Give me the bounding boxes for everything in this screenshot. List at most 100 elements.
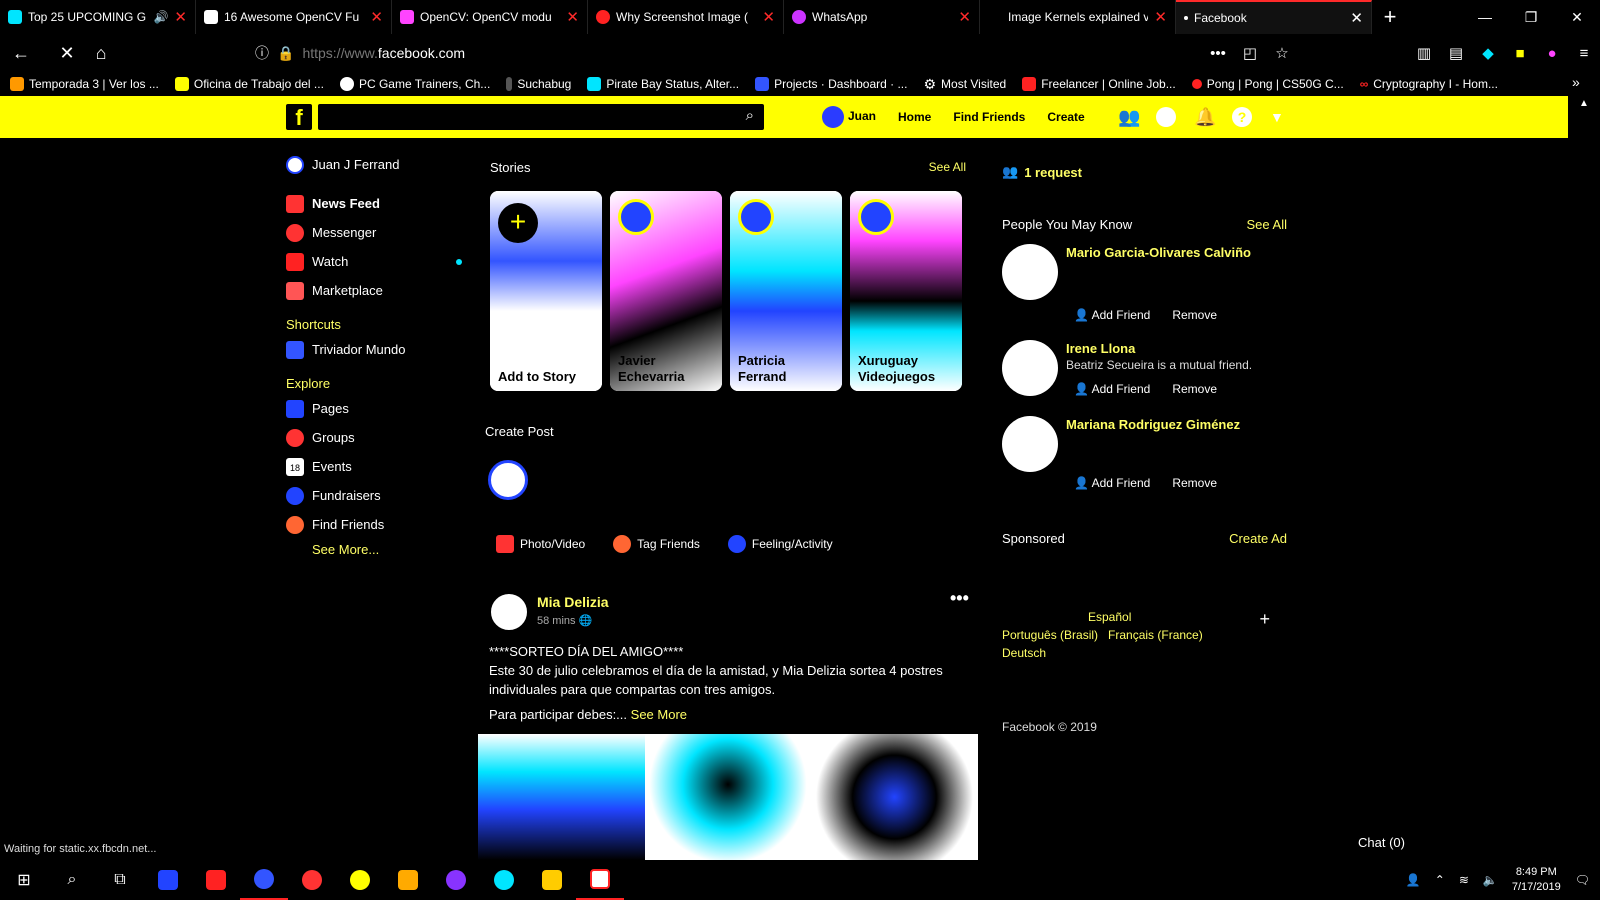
- close-window-icon[interactable]: ✕: [1554, 0, 1600, 34]
- account-icon[interactable]: ●: [1536, 45, 1568, 62]
- bookmark-item[interactable]: PC Game Trainers, Ch...: [339, 77, 490, 91]
- close-tab-icon[interactable]: ✕: [174, 8, 187, 26]
- bookmark-item[interactable]: Pong | Pong | CS50G C...: [1191, 77, 1344, 91]
- browser-tab-active[interactable]: Facebook ✕: [1176, 0, 1372, 34]
- close-tab-icon[interactable]: ✕: [370, 8, 383, 26]
- bookmark-star-icon[interactable]: ☆: [1266, 44, 1298, 62]
- steam-icon[interactable]: [336, 860, 384, 900]
- person-name[interactable]: Mariana Rodriguez Giménez: [1066, 416, 1266, 433]
- task-view-icon[interactable]: ⧉: [96, 860, 144, 900]
- search-icon[interactable]: ⌕: [48, 860, 96, 900]
- browser-tab[interactable]: OpenCV: OpenCV modu ✕: [392, 0, 588, 34]
- chrome-icon[interactable]: [288, 860, 336, 900]
- photo-video-button[interactable]: Photo/Video: [496, 535, 585, 553]
- sidebar-icon[interactable]: ▤: [1440, 44, 1472, 62]
- bookmark-item[interactable]: Temporada 3 | Ver los ...: [10, 77, 159, 91]
- wifi-icon[interactable]: ≋: [1459, 873, 1469, 887]
- sidebar-item-messenger[interactable]: Messenger: [286, 218, 466, 247]
- avatar[interactable]: [1002, 416, 1058, 472]
- scroll-up-icon[interactable]: ▲: [1568, 98, 1600, 109]
- new-tab-button[interactable]: +: [1372, 0, 1408, 34]
- url-bar[interactable]: ⓘ 🔒 https://www.facebook.com: [255, 38, 1175, 68]
- close-tab-icon[interactable]: ✕: [566, 8, 579, 26]
- language-link[interactable]: Español: [1002, 608, 1282, 626]
- sidebar-item-find-friends[interactable]: Find Friends: [286, 510, 466, 539]
- sidebar-item-triviador[interactable]: Triviador Mundo: [286, 335, 466, 364]
- chat-button[interactable]: Chat (0): [1358, 835, 1405, 850]
- firefox-icon[interactable]: [240, 860, 288, 900]
- post-author-name[interactable]: Mia Delizia: [537, 594, 609, 610]
- bookmark-item[interactable]: Oficina de Trabajo del ...: [174, 77, 324, 91]
- search-input[interactable]: ⌕: [318, 104, 764, 130]
- sidebar-item-groups[interactable]: Groups: [286, 423, 466, 452]
- sidebar-item-news-feed[interactable]: News Feed: [286, 189, 466, 218]
- app-icon[interactable]: [480, 860, 528, 900]
- browser-tab[interactable]: Top 25 UPCOMING G 🔊 ✕: [0, 0, 196, 34]
- sidebar-item-events[interactable]: 18 Events: [286, 452, 466, 481]
- sidebar-item-marketplace[interactable]: Marketplace: [286, 276, 466, 305]
- notifications-bell-icon[interactable]: 🔔: [1194, 107, 1216, 127]
- app-icon[interactable]: [528, 860, 576, 900]
- language-link[interactable]: Português (Brasil) Français (France): [1002, 626, 1282, 644]
- help-icon[interactable]: ?: [1232, 107, 1252, 127]
- add-friend-button[interactable]: 👤 Add Friend: [1074, 308, 1150, 322]
- story-card[interactable]: Javier Echevarria: [610, 191, 722, 391]
- bookmark-item[interactable]: Pirate Bay Status, Alter...: [587, 77, 739, 91]
- see-more-link[interactable]: See More...: [286, 539, 466, 561]
- sidebar-item-pages[interactable]: Pages: [286, 394, 466, 423]
- story-card-add[interactable]: + Add to Story: [490, 191, 602, 391]
- pymk-see-all-link[interactable]: See All: [1247, 217, 1287, 232]
- stories-see-all-link[interactable]: See All: [929, 160, 966, 175]
- friend-request-link[interactable]: 👥 1 request: [1002, 164, 1082, 180]
- create-ad-link[interactable]: Create Ad: [1229, 531, 1287, 546]
- page-actions-icon[interactable]: •••: [1202, 45, 1234, 62]
- avatar[interactable]: [1002, 244, 1058, 300]
- app-icon[interactable]: [384, 860, 432, 900]
- windows-start-icon[interactable]: ⊞: [0, 860, 48, 900]
- messenger-icon[interactable]: [1156, 107, 1176, 127]
- avatar[interactable]: [1002, 340, 1058, 396]
- person-name[interactable]: Mario Garcia-Olivares Calviño: [1066, 244, 1266, 261]
- notification-center-icon[interactable]: 🗨: [1575, 873, 1590, 887]
- post-options-icon[interactable]: •••: [950, 588, 969, 609]
- browser-tab[interactable]: Image Kernels explained visu ✕: [980, 0, 1176, 34]
- browser-tab[interactable]: Why Screenshot Image (✕: [588, 0, 784, 34]
- post-author-avatar[interactable]: [489, 592, 529, 632]
- person-name[interactable]: Irene Llona: [1066, 340, 1266, 357]
- browser-tab[interactable]: WhatsApp ✕: [784, 0, 980, 34]
- extension-icon[interactable]: ◆: [1472, 44, 1504, 62]
- nav-home-link[interactable]: Home: [898, 110, 931, 124]
- feeling-activity-button[interactable]: Feeling/Activity: [727, 535, 833, 553]
- sidebar-item-watch[interactable]: Watch: [286, 247, 466, 276]
- nav-find-friends-link[interactable]: Find Friends: [953, 110, 1025, 124]
- bookmark-item[interactable]: Freelancer | Online Job...: [1022, 77, 1176, 91]
- app-icon[interactable]: [432, 860, 480, 900]
- nav-create-link[interactable]: Create: [1047, 110, 1084, 124]
- post-timestamp[interactable]: 58 mins 🌐: [537, 614, 592, 627]
- search-icon[interactable]: ⌕: [746, 107, 754, 124]
- add-story-plus-icon[interactable]: +: [498, 203, 538, 243]
- story-card[interactable]: Xuruguay Videojuegos: [850, 191, 962, 391]
- bookmark-item[interactable]: ∞ Cryptography I - Hom...: [1360, 77, 1498, 91]
- close-tab-icon[interactable]: ✕: [958, 8, 971, 26]
- bookmark-item[interactable]: ⚙ Most Visited: [923, 76, 1006, 93]
- close-tab-icon[interactable]: ✕: [1350, 9, 1363, 27]
- chevron-up-icon[interactable]: ⌃: [1435, 873, 1445, 887]
- extension-icon[interactable]: ■: [1504, 45, 1536, 62]
- stop-loading-icon[interactable]: ✕: [50, 38, 84, 68]
- remove-button[interactable]: Remove: [1172, 382, 1217, 396]
- bookmark-item[interactable]: Projects · Dashboard · ...: [755, 77, 907, 91]
- friend-requests-icon[interactable]: 👥: [1118, 107, 1140, 127]
- close-tab-icon[interactable]: ✕: [762, 8, 775, 26]
- language-link[interactable]: Deutsch: [1002, 644, 1282, 662]
- avatar[interactable]: [488, 460, 528, 500]
- close-tab-icon[interactable]: ✕: [1154, 8, 1167, 26]
- sidebar-item-profile[interactable]: Juan J Ferrand: [286, 150, 466, 179]
- remove-button[interactable]: Remove: [1172, 308, 1217, 322]
- restore-icon[interactable]: ❐: [1508, 0, 1554, 34]
- bookmark-item[interactable]: Suchabug: [506, 77, 571, 91]
- chevron-right-icon[interactable]: »: [1572, 74, 1580, 90]
- menu-icon[interactable]: ≡: [1568, 45, 1600, 62]
- post-image[interactable]: [478, 734, 979, 860]
- info-icon[interactable]: ⓘ: [255, 43, 269, 63]
